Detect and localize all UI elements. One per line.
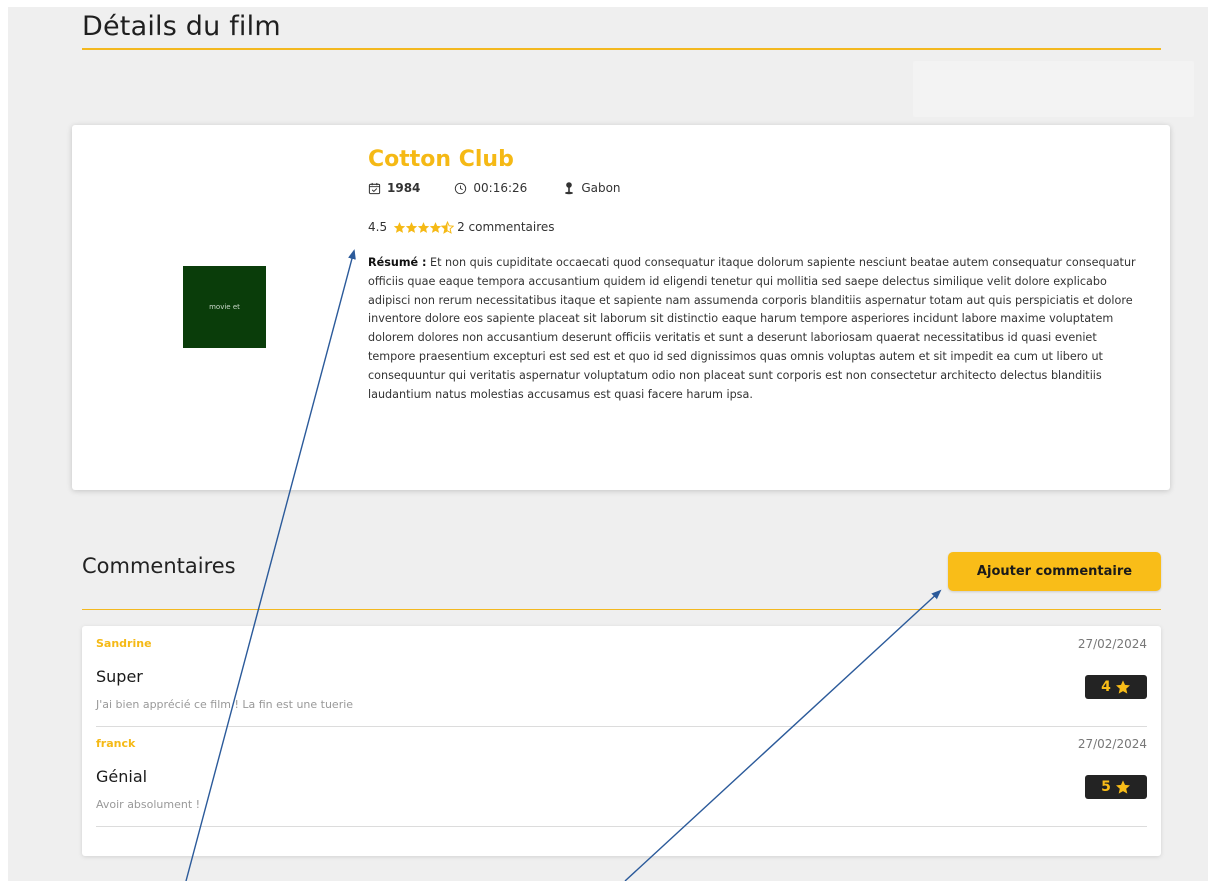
location-pin-icon: [565, 182, 574, 195]
comment-title: Super: [96, 667, 143, 686]
clock-icon: [455, 182, 467, 194]
movie-card: movie et Cotton Club 1984 00:16:26 Gabon…: [72, 125, 1170, 490]
comment-author: Sandrine: [96, 637, 152, 650]
comments-divider: [82, 609, 1161, 610]
add-comment-button[interactable]: Ajouter commentaire: [948, 552, 1161, 591]
comment-text: J'ai bien apprécié ce film ! La fin est …: [96, 698, 354, 711]
movie-rating: 4.5 2 commentaires: [368, 220, 1144, 234]
rating-value: 4.5: [368, 220, 388, 234]
movie-duration: 00:16:26: [454, 181, 527, 195]
movie-duration-value: 00:16:26: [473, 181, 528, 195]
movie-country-value: Gabon: [581, 181, 621, 195]
movie-poster: movie et: [183, 266, 266, 348]
comment-date: 27/02/2024: [1077, 637, 1147, 651]
page-title: Détails du film: [82, 11, 281, 42]
star-half-icon: [441, 220, 455, 234]
comment-item: Sandrine 27/02/2024 Super J'ai bien appr…: [96, 626, 1147, 727]
comments-list: Sandrine 27/02/2024 Super J'ai bien appr…: [82, 626, 1161, 856]
comment-score: 5: [1101, 779, 1111, 795]
star-icon: [1115, 680, 1130, 694]
star-icon: [1115, 780, 1130, 794]
comment-score-badge: 5: [1085, 775, 1147, 799]
comment-date: 27/02/2024: [1077, 737, 1147, 751]
comments-count: 2 commentaires: [457, 220, 555, 234]
movie-title: Cotton Club: [368, 147, 514, 172]
summary-label: Résumé :: [368, 256, 427, 269]
movie-year-value: 1984: [387, 181, 421, 195]
comment-score: 4: [1101, 679, 1111, 695]
movie-meta: 1984 00:16:26 Gabon: [368, 180, 1144, 196]
summary-text: Et non quis cupiditate occaecati quod co…: [368, 256, 1136, 401]
comment-text: Avoir absolument !: [96, 798, 201, 811]
calendar-icon: [368, 182, 381, 194]
comments-section-title: Commentaires: [82, 554, 236, 578]
rating-stars: [393, 220, 455, 234]
comment-author: franck: [96, 737, 136, 750]
movie-info: Cotton Club 1984 00:16:26 Gabon 4.5 2 co…: [368, 147, 1144, 404]
comment-item: franck 27/02/2024 Génial Avoir absolumen…: [96, 726, 1147, 827]
movie-year: 1984: [368, 181, 420, 195]
comment-score-badge: 4: [1085, 675, 1147, 699]
movie-country: Gabon: [563, 181, 621, 195]
title-divider: [82, 48, 1161, 50]
poster-alt-text: movie et: [209, 303, 240, 311]
comment-title: Génial: [96, 767, 148, 786]
empty-placeholder-box: [913, 61, 1194, 117]
movie-details-page: Détails du film movie et Cotton Club 198…: [8, 7, 1208, 881]
movie-summary: Résumé : Et non quis cupiditate occaecat…: [368, 254, 1144, 404]
